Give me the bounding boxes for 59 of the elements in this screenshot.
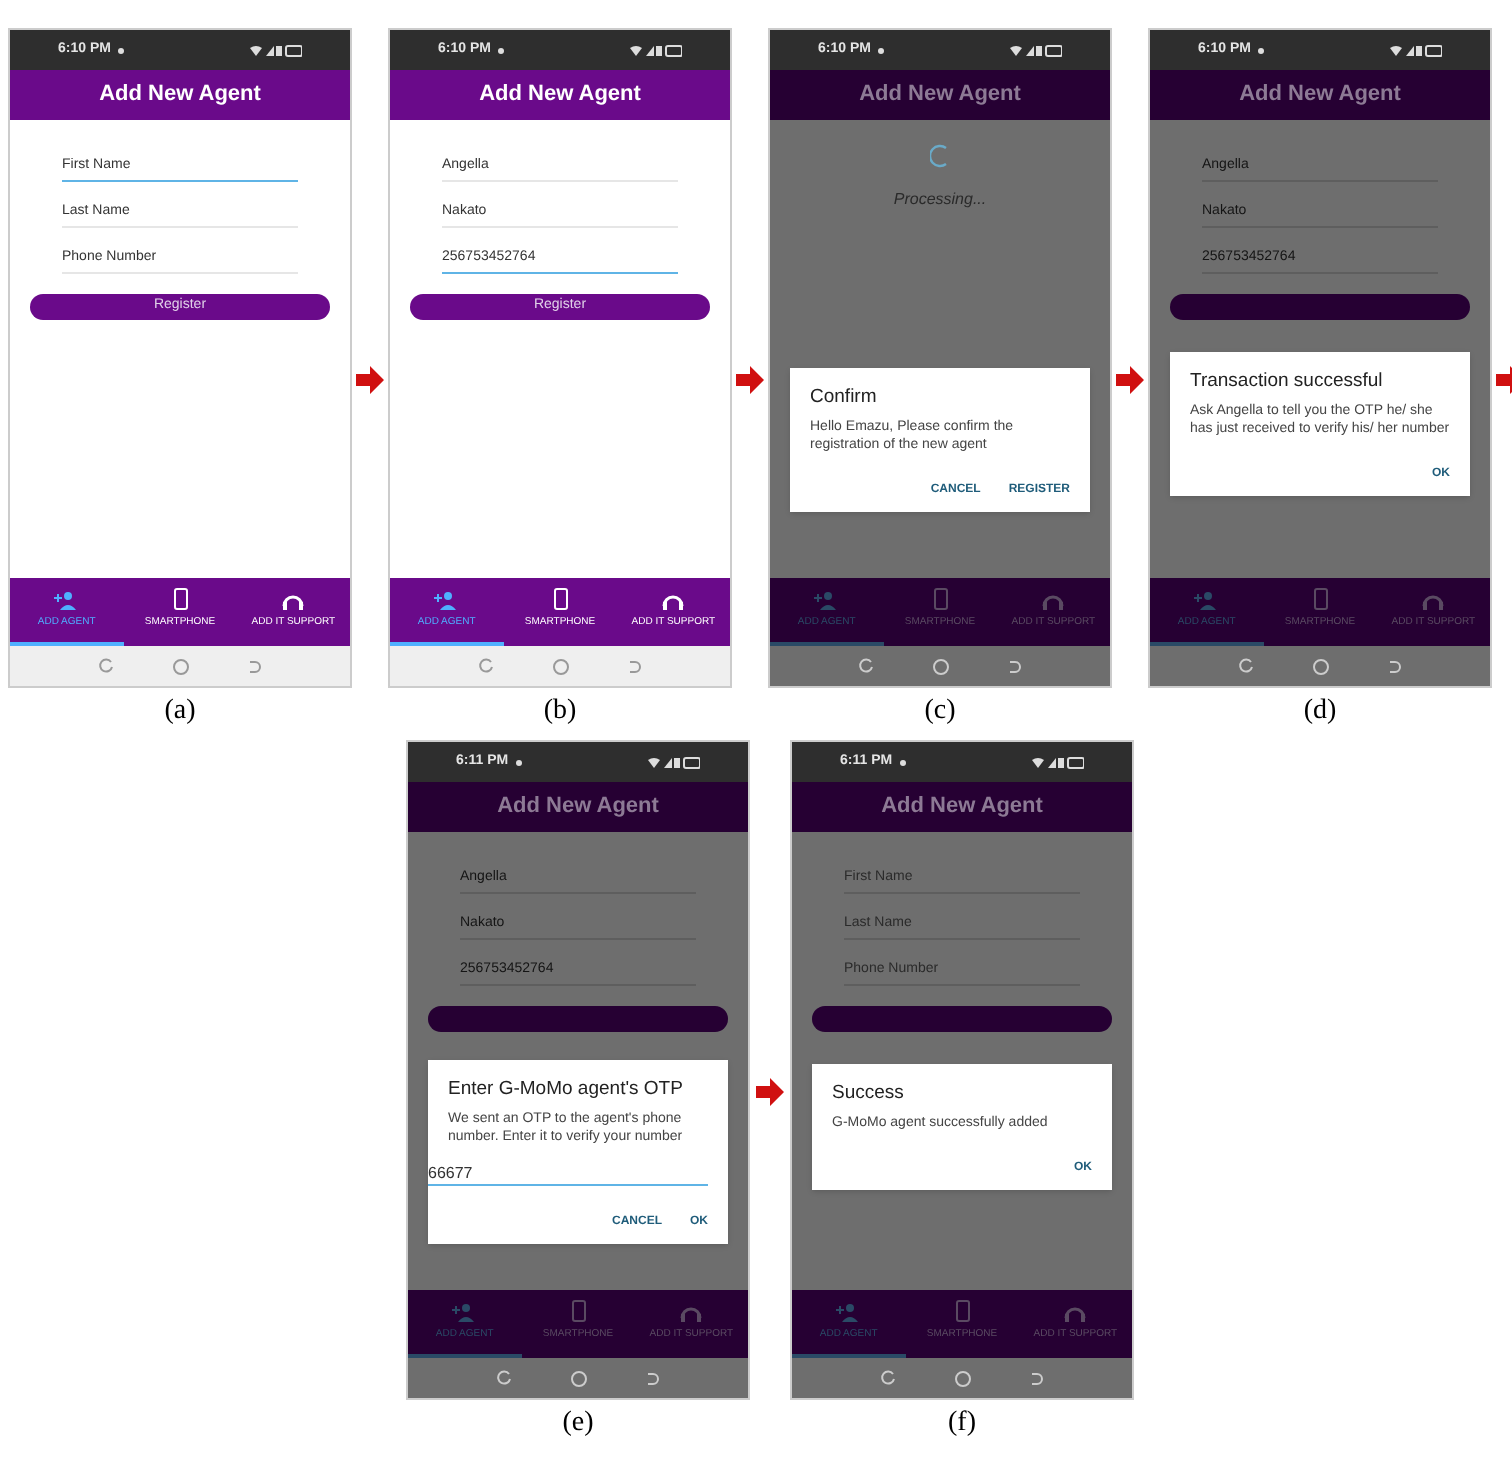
header-title: Add New Agent [859,80,1021,111]
status-icons-drawing [1010,43,1062,57]
figure-caption: (c) [924,694,956,730]
status-icons-drawing [1390,43,1442,57]
back-icon[interactable] [1387,659,1402,673]
dialog-title: Transaction successful [1190,368,1385,396]
home-icon[interactable] [953,1369,972,1387]
recent-apps-icon[interactable] [880,1370,897,1386]
smartphone-icon [933,588,947,611]
home-icon[interactable] [931,657,950,675]
home-icon[interactable] [551,657,570,675]
add-user-icon [54,589,79,610]
dialog-title: Confirm [810,384,879,412]
add-user-icon [434,589,459,610]
arrow-icon [356,366,384,394]
back-icon[interactable] [247,659,262,673]
dialog-title: Enter G-MoMo agent's OTP [448,1076,685,1104]
status-icons-drawing [1032,755,1084,769]
arrow-icon [756,1078,784,1106]
recent-apps-icon[interactable] [858,658,875,674]
dialog-title: Success [832,1080,906,1108]
header-title: Add New Agent [881,792,1043,823]
add-user-icon [452,1301,477,1322]
header-title: Add New Agent [99,80,261,111]
arrow-icon [736,366,764,394]
figure-caption: (e) [562,1406,594,1442]
recent-apps-icon[interactable] [1238,658,1255,674]
smartphone-icon [571,1300,585,1323]
processing-text: Processing... [893,188,987,212]
arrow-icon [1116,366,1144,394]
add-user-icon [814,589,839,610]
header-title: Add New Agent [1239,80,1401,111]
recent-apps-icon[interactable] [98,658,115,674]
header-title: Add New Agent [497,792,659,823]
add-user-icon [1194,589,1219,610]
smartphone-icon [553,588,567,611]
header-title: Add New Agent [479,80,641,111]
status-icons-drawing [250,43,302,57]
figure-caption: (f) [948,1406,976,1442]
back-icon[interactable] [1007,659,1022,673]
back-icon[interactable] [1029,1371,1044,1385]
status-icons-drawing [648,755,700,769]
back-icon[interactable] [627,659,642,673]
home-icon[interactable] [171,657,190,675]
smartphone-icon [1313,588,1327,611]
back-icon[interactable] [645,1371,660,1385]
figure-caption: (d) [1303,694,1337,730]
otp-input-field[interactable]: 66677 [428,1162,708,1187]
home-icon[interactable] [1311,657,1330,675]
figure-caption: (b) [543,694,577,730]
smartphone-icon [173,588,187,611]
loading-spinner-icon [930,144,950,168]
add-user-icon [836,1301,861,1322]
smartphone-icon [955,1300,969,1323]
recent-apps-icon[interactable] [496,1370,513,1386]
figure-caption: (a) [164,694,196,730]
recent-apps-icon[interactable] [478,658,495,674]
status-icons-drawing [630,43,682,57]
home-icon[interactable] [569,1369,588,1387]
